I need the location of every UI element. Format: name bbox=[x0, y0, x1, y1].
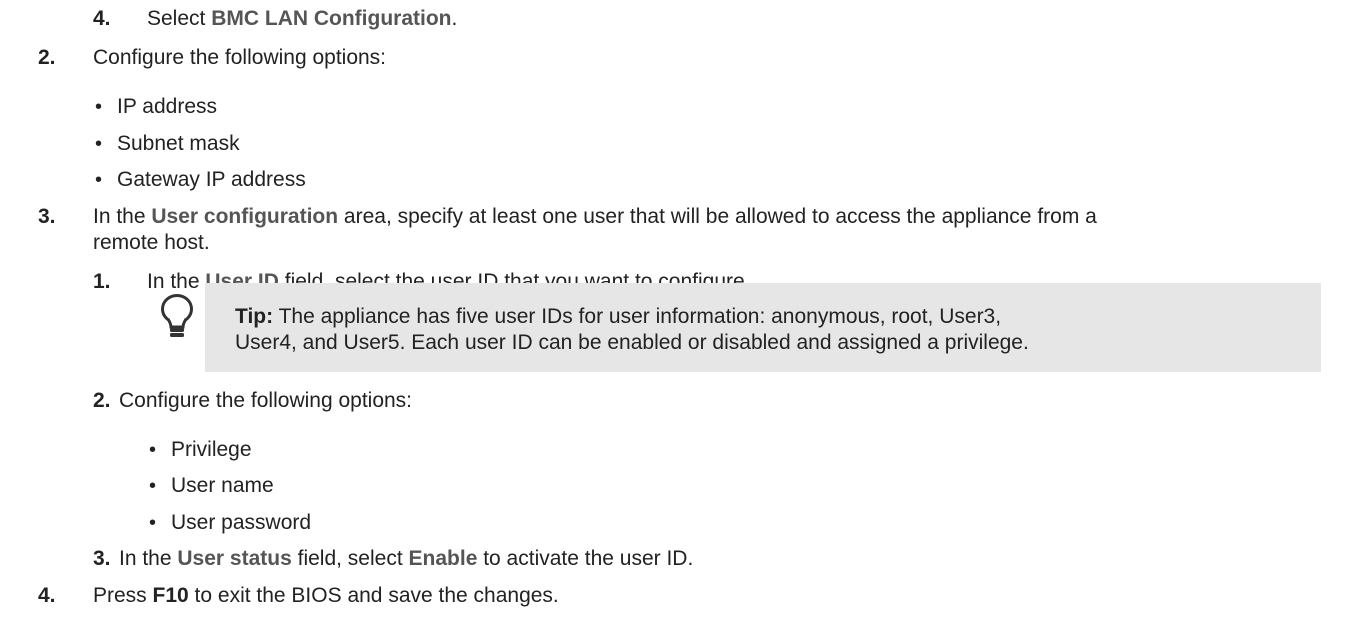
step-3-3-mid: field, select bbox=[291, 547, 409, 570]
lightbulb-icon bbox=[161, 294, 193, 337]
tip-label: Tip: bbox=[235, 305, 274, 328]
step-1-4-post: . bbox=[451, 7, 458, 30]
step-3-post: area, specify at least one user that wil… bbox=[338, 205, 1097, 228]
step-3-text: In the User configuration area, specify … bbox=[93, 204, 1097, 230]
option-user-name: User name bbox=[171, 474, 274, 497]
user-configuration-term: User configuration bbox=[151, 205, 339, 228]
step-3-3-text: In the User status field, select Enable … bbox=[119, 546, 693, 572]
bullet-icon: • bbox=[95, 133, 103, 155]
step-3-3-number: 3. bbox=[93, 547, 111, 570]
tip-text-1: The appliance has five user IDs for user… bbox=[273, 305, 1002, 328]
option-user-password: User password bbox=[171, 511, 312, 534]
bullet-icon: • bbox=[149, 475, 157, 497]
option-subnet-mask: Subnet mask bbox=[117, 132, 240, 155]
user-status-term: User status bbox=[177, 547, 292, 570]
tip-line-2: User4, and User5. Each user ID can be en… bbox=[235, 331, 1029, 354]
step-3-3-post: to activate the user ID. bbox=[477, 547, 694, 570]
step-2-text: Configure the following options: bbox=[93, 46, 387, 69]
step-4-number: 4. bbox=[38, 584, 56, 607]
step-3-1-pre: In the bbox=[147, 270, 206, 293]
step-2-number: 2. bbox=[38, 46, 56, 69]
step-3-3-pre: In the bbox=[119, 547, 178, 570]
step-3-pre: In the bbox=[93, 205, 152, 228]
bullet-icon: • bbox=[95, 96, 103, 118]
step-3-number: 3. bbox=[38, 205, 56, 228]
step-3-continuation: remote host. bbox=[93, 231, 210, 254]
option-ip-address: IP address bbox=[117, 95, 218, 118]
step-4-text: Press F10 to exit the BIOS and save the … bbox=[93, 583, 559, 609]
step-4-pre: Press bbox=[93, 584, 153, 607]
step-1-4-number: 4. bbox=[93, 7, 111, 30]
bullet-icon: • bbox=[149, 439, 157, 461]
option-privilege: Privilege bbox=[171, 438, 252, 461]
bullet-icon: • bbox=[95, 169, 103, 191]
step-3-2-text: Configure the following options: bbox=[119, 389, 413, 412]
f10-key-term: F10 bbox=[152, 584, 189, 607]
enable-term: Enable bbox=[408, 547, 478, 570]
step-3-1-number: 1. bbox=[93, 270, 111, 293]
step-4-post: to exit the BIOS and save the changes. bbox=[188, 584, 559, 607]
tip-line-1: Tip: The appliance has five user IDs for… bbox=[235, 304, 1001, 330]
bullet-icon: • bbox=[149, 512, 157, 534]
option-gateway-ip-address: Gateway IP address bbox=[117, 168, 306, 191]
step-3-2-number: 2. bbox=[93, 389, 111, 412]
bmc-lan-configuration-term: BMC LAN Configuration bbox=[211, 7, 452, 30]
step-1-4-text: Select BMC LAN Configuration. bbox=[147, 6, 457, 32]
step-1-4-pre: Select bbox=[147, 7, 212, 30]
